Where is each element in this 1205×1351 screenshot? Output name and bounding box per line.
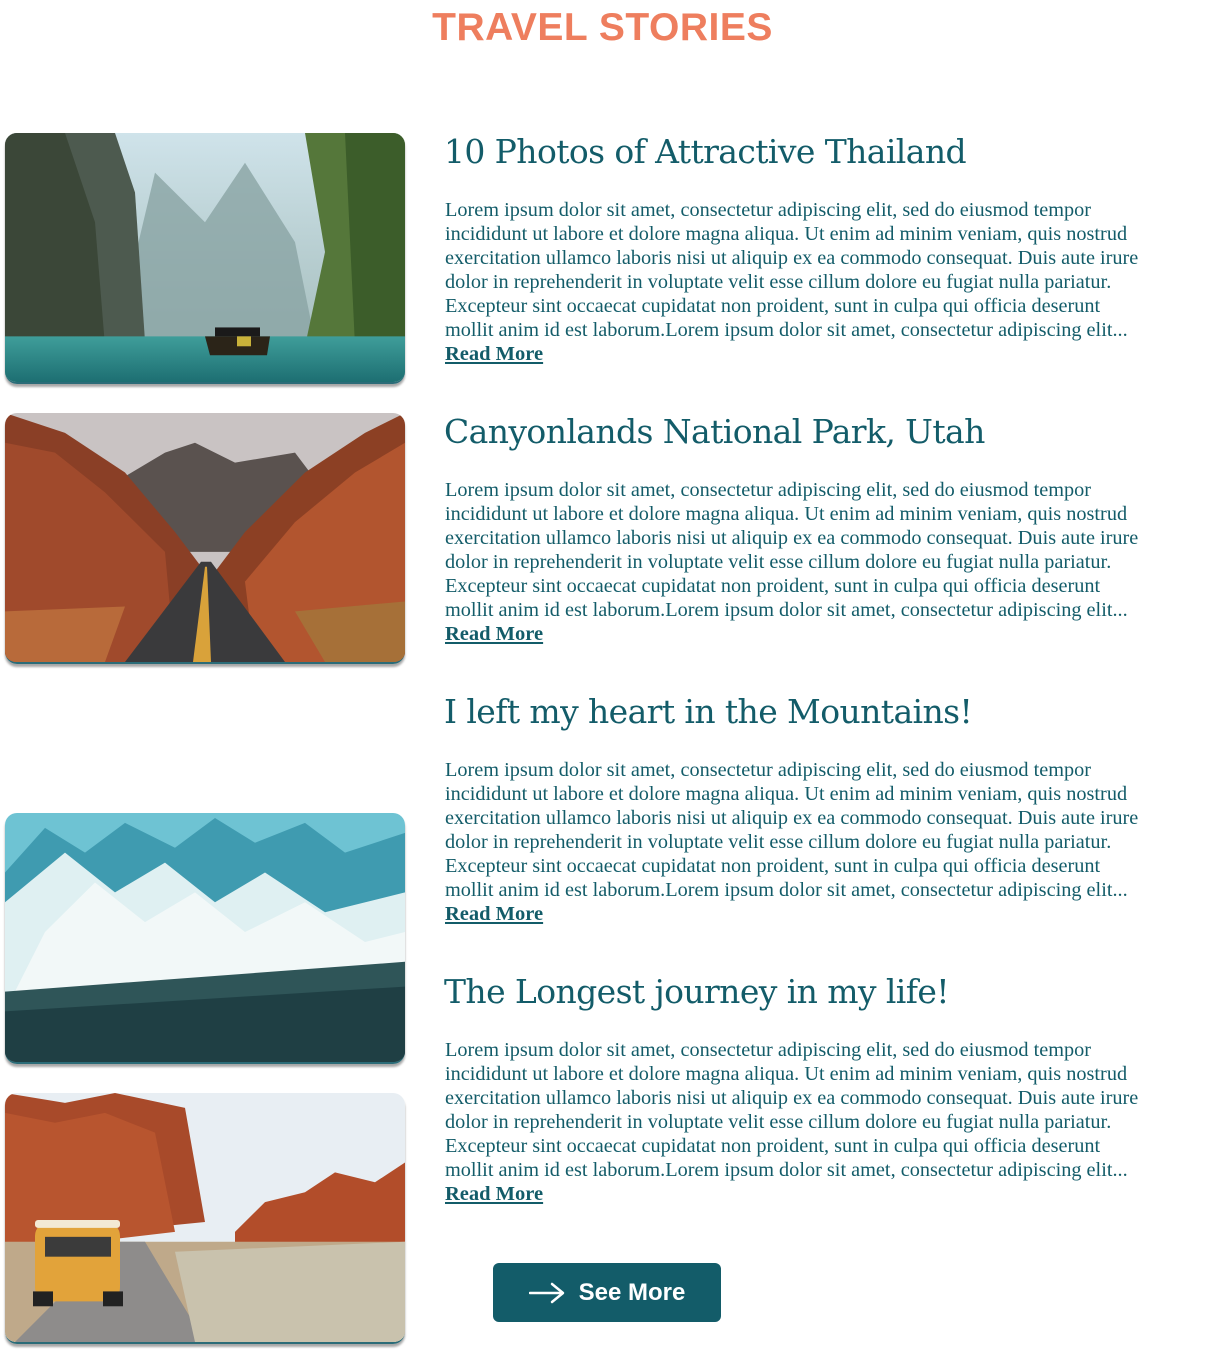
read-more-link[interactable]: Read More [445, 902, 543, 926]
arrow-right-icon [528, 1282, 565, 1304]
thailand-lagoon-photo[interactable] [5, 133, 405, 384]
story-title[interactable]: I left my heart in the Mountains! [444, 692, 1204, 731]
story-excerpt: Lorem ipsum dolor sit amet, consectetur … [445, 1039, 1139, 1181]
see-more-label: See More [578, 1278, 686, 1306]
story-excerpt: Lorem ipsum dolor sit amet, consectetur … [445, 759, 1139, 901]
snowy-mountains-photo[interactable] [5, 813, 405, 1064]
canyon-road-photo[interactable] [5, 413, 405, 664]
story-excerpt: Lorem ipsum dolor sit amet, consectetur … [445, 479, 1139, 621]
read-more-link[interactable]: Read More [445, 1182, 543, 1206]
read-more-link[interactable]: Read More [445, 342, 543, 366]
page-title: TRAVEL STORIES [432, 6, 773, 49]
story-excerpt: Lorem ipsum dolor sit amet, consectetur … [445, 199, 1139, 341]
story-title[interactable]: Canyonlands National Park, Utah [444, 412, 1204, 451]
read-more-link[interactable]: Read More [445, 622, 543, 646]
story-title[interactable]: The Longest journey in my life! [444, 972, 1204, 1011]
see-more-button[interactable]: See More [493, 1263, 721, 1322]
story-title[interactable]: 10 Photos of Attractive Thailand [444, 132, 1204, 171]
desert-road-van-photo[interactable] [5, 1093, 405, 1344]
